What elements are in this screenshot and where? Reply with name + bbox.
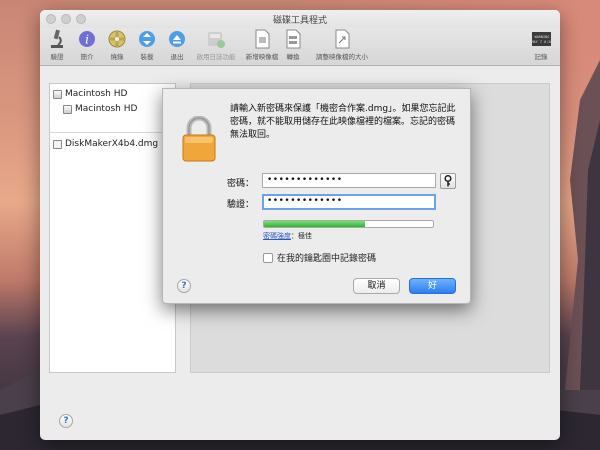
toolbar-log-button[interactable]: WARNING MAY 7 0:36 記錄 — [524, 29, 558, 61]
toolbar-mount-button[interactable]: 裝載 — [130, 29, 164, 61]
sidebar-divider — [50, 132, 175, 133]
remember-password-label: 在我的鑰匙圈中記錄密碼 — [277, 254, 377, 264]
verify-field[interactable]: ••••••••••••• — [262, 194, 436, 210]
verify-label: 驗證： — [227, 200, 255, 210]
help-button[interactable]: ? — [59, 414, 73, 428]
disk-sidebar: Macintosh HD Macintosh HD DiskMakerX4b4.… — [49, 83, 176, 373]
sidebar-item-dmg[interactable]: DiskMakerX4b4.dmg — [53, 139, 158, 149]
password-label: 密碼： — [227, 179, 255, 189]
strength-value: ：極佳 — [291, 232, 312, 240]
sidebar-item-label: Macintosh HD — [75, 104, 138, 114]
mount-icon — [137, 29, 157, 49]
key-icon — [444, 175, 452, 187]
burn-icon — [107, 29, 127, 49]
sheet-message: 請輸入新密碼來保護「機密合作案.dmg」。如果您忘記此密碼，就不能取用儲存在此映… — [230, 104, 456, 140]
strength-meter-fill — [264, 221, 366, 227]
window-title: 磁碟工具程式 — [272, 16, 327, 26]
toolbar-burn-button[interactable]: 燒錄 — [100, 29, 134, 61]
password-field[interactable]: ••••••••••••• — [262, 173, 436, 188]
lock-icon — [181, 115, 217, 165]
toolbar-resize-image-button[interactable]: 調整映像檔的大小 — [310, 29, 374, 61]
new-image-icon — [252, 29, 272, 49]
toolbar-eject-button[interactable]: 退出 — [160, 29, 194, 61]
toolbar: 驗證 i 簡介 燒錄 裝載 退出 啟用日誌功能 新增映像檔 轉換 調整映像檔的大… — [40, 28, 560, 66]
eject-icon — [167, 29, 187, 49]
toolbar-convert-button[interactable]: 轉換 — [276, 29, 310, 61]
toolbar-info-button[interactable]: i 簡介 — [70, 29, 104, 61]
convert-icon — [283, 29, 303, 49]
toolbar-verify-button[interactable]: 驗證 — [40, 29, 74, 61]
svg-text:i: i — [85, 33, 89, 47]
microscope-icon — [47, 29, 67, 49]
remember-password-checkbox[interactable] — [263, 252, 273, 263]
ok-button[interactable]: 好 — [409, 278, 456, 294]
password-assistant-button[interactable] — [440, 173, 456, 189]
sidebar-item-label: DiskMakerX4b4.dmg — [65, 139, 159, 149]
strength-text: 密碼強度：極佳 — [263, 231, 312, 241]
log-icon: WARNING MAY 7 0:36 — [531, 29, 551, 49]
sidebar-item-label: Macintosh HD — [65, 89, 128, 99]
hard-disk-icon — [53, 89, 62, 99]
cancel-button[interactable]: 取消 — [353, 278, 400, 294]
desktop-cliff — [565, 60, 600, 390]
toolbar-journal-button[interactable]: 啟用日誌功能 — [194, 29, 238, 61]
info-icon: i — [77, 29, 97, 49]
svg-text:WARNING: WARNING — [535, 35, 550, 39]
title-bar: 磁碟工具程式 — [40, 10, 560, 28]
sheet-help-button[interactable]: ? — [177, 279, 191, 293]
resize-image-icon — [332, 29, 352, 49]
disk-image-icon — [53, 139, 62, 149]
sidebar-item-volume[interactable]: Macintosh HD — [63, 104, 137, 114]
journal-icon — [206, 29, 226, 49]
svg-text:MAY 7 0:36: MAY 7 0:36 — [531, 40, 551, 44]
password-strength-meter — [263, 220, 434, 228]
remember-password-row[interactable]: 在我的鑰匙圈中記錄密碼 — [263, 251, 376, 264]
password-sheet: 請輸入新密碼來保護「機密合作案.dmg」。如果您忘記此密碼，就不能取用儲存在此映… — [162, 88, 471, 304]
volume-icon — [63, 104, 72, 114]
sidebar-item-disk[interactable]: Macintosh HD — [53, 89, 127, 99]
password-strength-link[interactable]: 密碼強度 — [263, 232, 291, 240]
